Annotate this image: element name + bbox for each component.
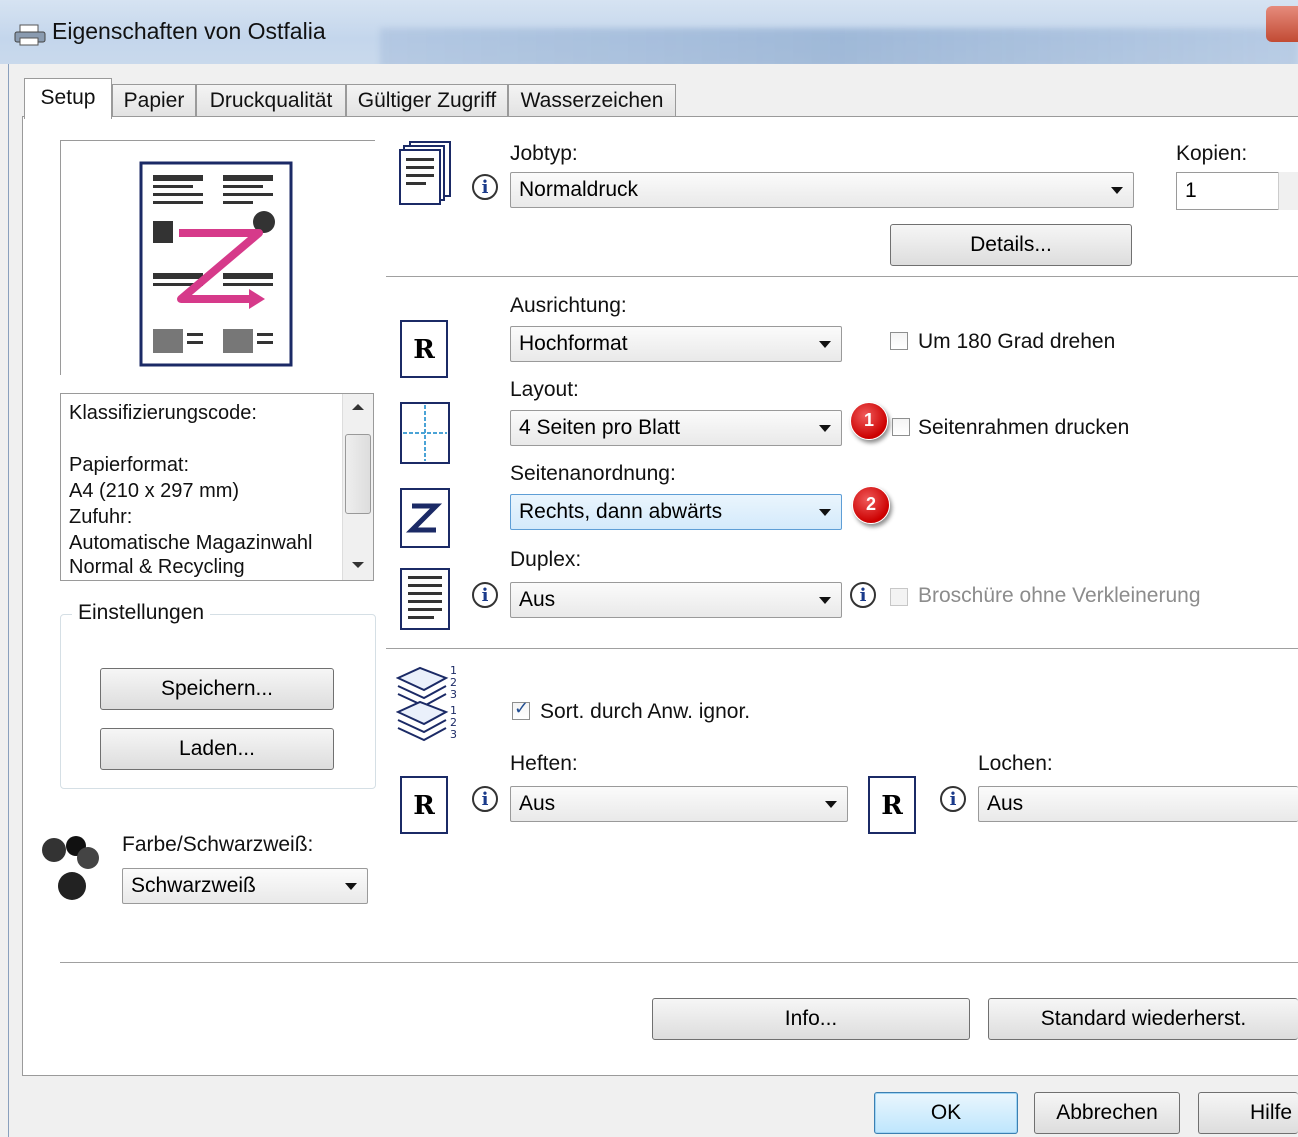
jobtype-label: Jobtyp: bbox=[510, 142, 578, 165]
orientation-select[interactable]: Hochformat bbox=[510, 326, 842, 362]
color-dots-icon bbox=[42, 836, 99, 900]
tab-gueltiger-zugriff[interactable]: Gültiger Zugriff bbox=[346, 84, 508, 117]
separator bbox=[60, 962, 1298, 964]
info-icon[interactable]: i bbox=[472, 582, 498, 608]
preview-page-icon bbox=[139, 161, 293, 367]
load-button[interactable]: Laden... bbox=[100, 728, 334, 770]
cancel-button[interactable]: Abbrechen bbox=[1034, 1092, 1180, 1134]
chevron-down-icon bbox=[819, 341, 831, 348]
chevron-down-icon bbox=[819, 425, 831, 432]
duplex-value: Aus bbox=[519, 588, 556, 611]
chevron-down-icon bbox=[1111, 187, 1123, 194]
scroll-up-icon[interactable] bbox=[352, 404, 364, 410]
layout-preview bbox=[60, 140, 375, 375]
staple-value: Aus bbox=[519, 792, 556, 815]
staple-label: Heften: bbox=[510, 752, 578, 775]
color-mode-select[interactable]: Schwarzweiß bbox=[122, 868, 368, 904]
chevron-down-icon bbox=[345, 883, 357, 890]
duplex-select[interactable]: Aus bbox=[510, 582, 842, 618]
collate-checkbox[interactable] bbox=[512, 698, 530, 720]
chevron-down-icon bbox=[819, 597, 831, 604]
ok-button[interactable]: OK bbox=[874, 1092, 1018, 1134]
listbox-scrollbar[interactable] bbox=[342, 394, 373, 580]
rotate-180-label: Um 180 Grad drehen bbox=[918, 330, 1116, 353]
scroll-thumb[interactable] bbox=[345, 434, 371, 514]
chevron-down-icon bbox=[825, 801, 837, 808]
collate-stack-icon: 123123 bbox=[396, 664, 457, 742]
svg-text:3: 3 bbox=[450, 728, 457, 741]
page-order-label: Seitenanordnung: bbox=[510, 462, 676, 485]
scroll-down-icon[interactable] bbox=[352, 562, 364, 568]
jobtype-value: Normaldruck bbox=[519, 178, 639, 201]
copies-spinner-buttons[interactable] bbox=[1278, 172, 1298, 210]
list-line: A4 (210 x 297 mm) bbox=[69, 480, 240, 502]
duplex-label: Duplex: bbox=[510, 548, 582, 571]
info-button[interactable]: Info... bbox=[652, 998, 970, 1040]
restore-defaults-button[interactable]: Standard wiederherst. bbox=[988, 998, 1298, 1040]
page-frame-checkbox[interactable] bbox=[892, 418, 910, 436]
layout-label: Layout: bbox=[510, 378, 579, 401]
list-line: Normal & Recycling bbox=[69, 556, 245, 578]
punch-label: Lochen: bbox=[978, 752, 1053, 775]
collate-label: Sort. durch Anw. ignor. bbox=[540, 700, 751, 723]
tab-druckqualitaet[interactable]: Druckqualität bbox=[196, 84, 346, 117]
layout-value: 4 Seiten pro Blatt bbox=[519, 416, 681, 439]
list-line: Zufuhr: bbox=[69, 506, 133, 528]
save-button[interactable]: Speichern... bbox=[100, 668, 334, 710]
z-order-icon bbox=[400, 488, 450, 548]
info-icon[interactable]: i bbox=[940, 786, 966, 812]
tab-setup[interactable]: Setup bbox=[24, 78, 112, 119]
booklet-label: Broschüre ohne Verkleinerung bbox=[918, 584, 1201, 607]
staple-r-icon: R bbox=[400, 776, 448, 834]
settings-group-title: Einstellungen bbox=[72, 601, 211, 625]
list-line: Klassifizierungscode: bbox=[69, 402, 257, 424]
punch-select[interactable]: Aus bbox=[978, 786, 1298, 822]
layout-select[interactable]: 4 Seiten pro Blatt bbox=[510, 410, 842, 446]
close-button[interactable] bbox=[1266, 6, 1298, 42]
info-icon[interactable]: i bbox=[472, 786, 498, 812]
svg-text:3: 3 bbox=[450, 688, 457, 701]
layout-grid-icon bbox=[400, 402, 450, 464]
chevron-down-icon bbox=[819, 509, 831, 516]
page-order-select[interactable]: Rechts, dann abwärts bbox=[510, 494, 842, 530]
separator bbox=[386, 276, 1298, 278]
portrait-r-icon: R bbox=[400, 320, 448, 378]
orientation-value: Hochformat bbox=[519, 332, 628, 355]
page-order-value: Rechts, dann abwärts bbox=[519, 500, 723, 523]
jobtype-select[interactable]: Normaldruck bbox=[510, 172, 1134, 208]
booklet-checkbox[interactable] bbox=[890, 588, 908, 606]
list-line: Papierformat: bbox=[69, 454, 190, 476]
title-bar-background bbox=[380, 28, 1298, 68]
color-mode-value: Schwarzweiß bbox=[131, 874, 256, 897]
rotate-180-checkbox[interactable] bbox=[890, 332, 908, 350]
info-icon[interactable]: i bbox=[850, 582, 876, 608]
window-title: Eigenschaften von Ostfalia bbox=[52, 18, 326, 44]
title-bar: Eigenschaften von Ostfalia bbox=[0, 0, 1298, 68]
copies-value: 1 bbox=[1185, 179, 1197, 202]
punch-r-icon: R bbox=[868, 776, 916, 834]
info-listbox[interactable]: Klassifizierungscode: Papierformat: A4 (… bbox=[60, 393, 374, 581]
duplex-page-icon bbox=[400, 568, 450, 630]
printer-icon bbox=[14, 24, 46, 46]
help-button[interactable]: Hilfe bbox=[1198, 1092, 1298, 1134]
copies-label: Kopien: bbox=[1176, 142, 1248, 165]
annotation-badge-1: 1 bbox=[850, 402, 888, 440]
punch-value: Aus bbox=[987, 792, 1024, 815]
orientation-label: Ausrichtung: bbox=[510, 294, 627, 317]
separator bbox=[386, 648, 1298, 650]
staple-select[interactable]: Aus bbox=[510, 786, 848, 822]
color-mode-label: Farbe/Schwarzweiß: bbox=[122, 833, 314, 856]
list-line: Automatische Magazinwahl bbox=[69, 532, 313, 554]
tab-papier[interactable]: Papier bbox=[112, 84, 196, 117]
page-frame-label: Seitenrahmen drucken bbox=[918, 416, 1130, 439]
document-icon bbox=[399, 141, 451, 205]
info-icon[interactable]: i bbox=[472, 174, 498, 200]
annotation-badge-2: 2 bbox=[852, 486, 890, 524]
details-button[interactable]: Details... bbox=[890, 224, 1132, 266]
tab-wasserzeichen[interactable]: Wasserzeichen bbox=[508, 84, 676, 117]
